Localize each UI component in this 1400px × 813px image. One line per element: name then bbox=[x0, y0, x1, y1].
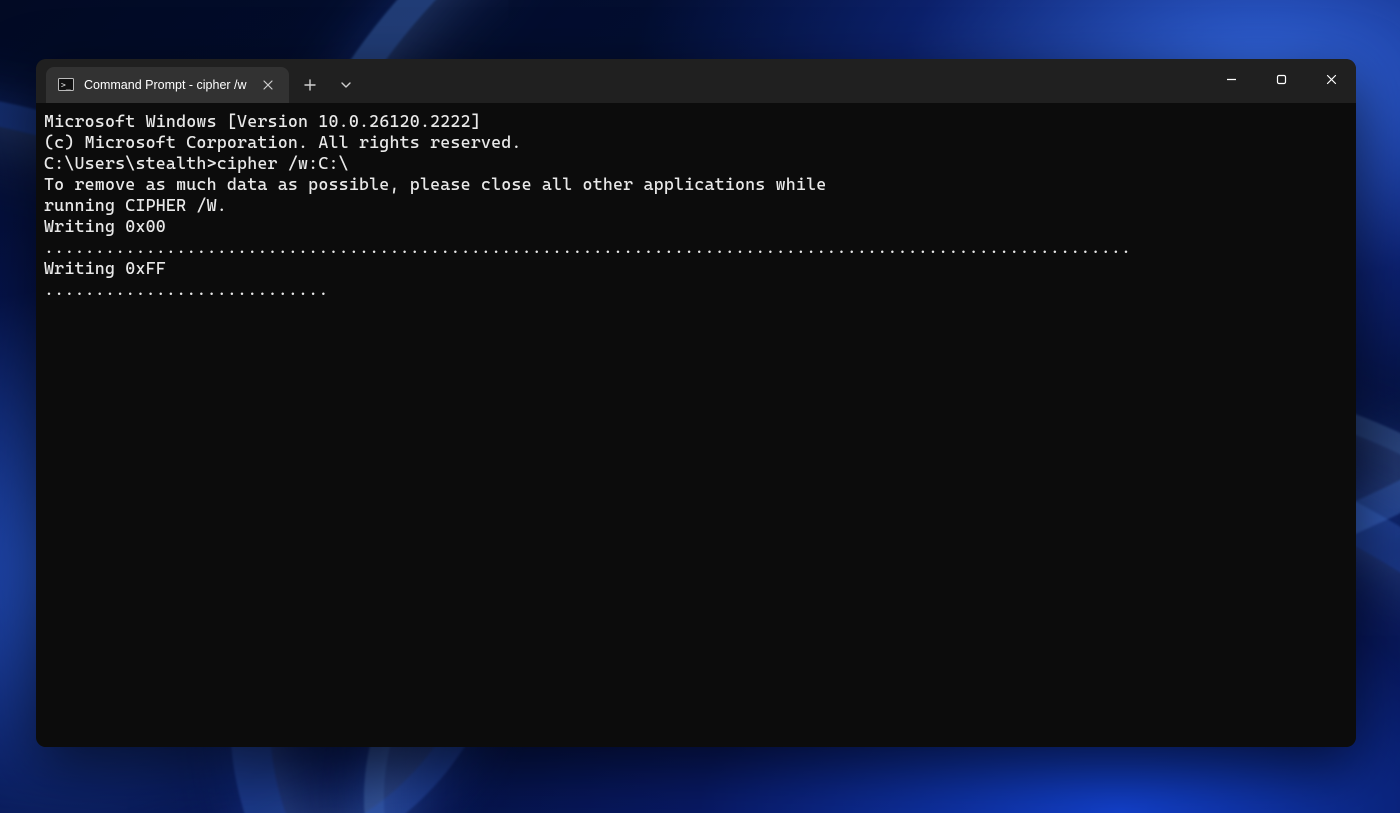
plus-icon bbox=[304, 79, 316, 91]
titlebar[interactable]: >_ Command Prompt - cipher /w bbox=[36, 59, 1356, 103]
output-line: ............................ bbox=[44, 279, 1348, 300]
tab-active[interactable]: >_ Command Prompt - cipher /w bbox=[46, 67, 289, 103]
window-controls bbox=[1206, 59, 1356, 103]
tab-close-button[interactable] bbox=[257, 74, 279, 96]
minimize-icon bbox=[1226, 74, 1237, 85]
chevron-down-icon bbox=[340, 79, 352, 91]
new-tab-button[interactable] bbox=[293, 69, 327, 101]
maximize-icon bbox=[1276, 74, 1287, 85]
output-line: running CIPHER /W. bbox=[44, 195, 1348, 216]
output-line: ........................................… bbox=[44, 237, 1348, 258]
output-line: To remove as much data as possible, plea… bbox=[44, 174, 1348, 195]
output-line: C:\Users\stealth>cipher /w:C:\ bbox=[44, 153, 1348, 174]
tab-dropdown-button[interactable] bbox=[329, 69, 363, 101]
maximize-button[interactable] bbox=[1256, 59, 1306, 99]
tab-title: Command Prompt - cipher /w bbox=[84, 78, 247, 92]
terminal-window: >_ Command Prompt - cipher /w bbox=[36, 59, 1356, 747]
output-line: Microsoft Windows [Version 10.0.26120.22… bbox=[44, 111, 1348, 132]
close-icon bbox=[263, 80, 273, 90]
output-line: Writing 0xFF bbox=[44, 258, 1348, 279]
minimize-button[interactable] bbox=[1206, 59, 1256, 99]
cmd-icon: >_ bbox=[58, 77, 74, 93]
close-icon bbox=[1326, 74, 1337, 85]
svg-text:>_: >_ bbox=[61, 81, 71, 90]
terminal-output[interactable]: Microsoft Windows [Version 10.0.26120.22… bbox=[36, 103, 1356, 747]
output-line: (c) Microsoft Corporation. All rights re… bbox=[44, 132, 1348, 153]
tab-strip: >_ Command Prompt - cipher /w bbox=[36, 59, 363, 103]
output-line: Writing 0x00 bbox=[44, 216, 1348, 237]
close-window-button[interactable] bbox=[1306, 59, 1356, 99]
